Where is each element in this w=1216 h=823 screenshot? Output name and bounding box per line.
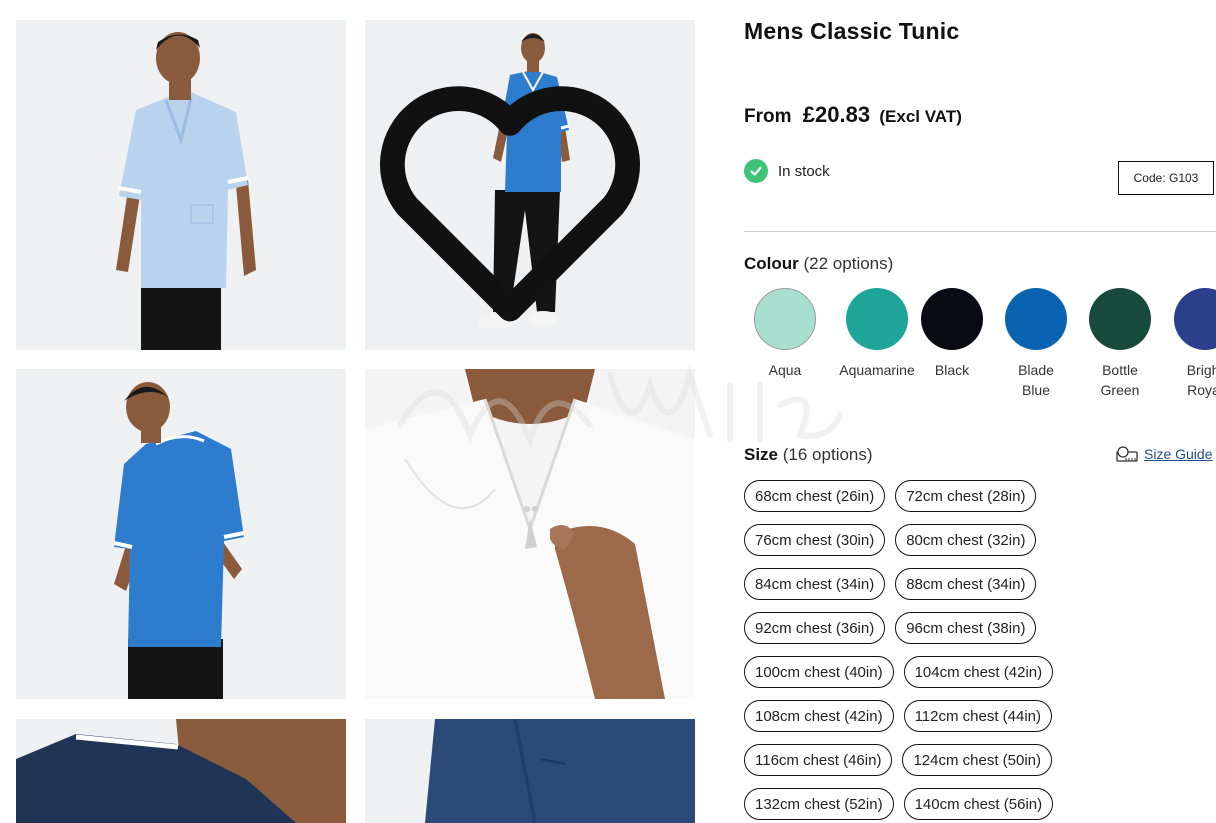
size-guide-link[interactable]: Size Guide <box>1116 446 1212 462</box>
size-option[interactable]: 100cm chest (40in) <box>744 656 894 688</box>
swatch-label: Aqua <box>768 362 802 378</box>
size-option-count: (16 options) <box>782 445 873 464</box>
size-option[interactable]: 88cm chest (34in) <box>895 568 1037 600</box>
size-row: 108cm chest (42in) 112cm chest (44in) <box>744 700 1062 732</box>
gallery-image-navy-collar[interactable] <box>16 719 346 823</box>
size-option[interactable]: 80cm chest (32in) <box>895 524 1037 556</box>
swatch-label: Bright Royal <box>1186 362 1216 398</box>
size-row: 68cm chest (26in) 72cm chest (28in) <box>744 480 1046 512</box>
gallery-image-mid-blue-tunic[interactable] <box>365 20 695 350</box>
size-row: 100cm chest (40in) 104cm chest (42in) <box>744 656 1063 688</box>
size-option[interactable]: 84cm chest (34in) <box>744 568 886 600</box>
navy-pocket-photo <box>365 719 695 823</box>
swatch-black[interactable]: Black <box>907 288 997 380</box>
colour-swatches: Aqua Aquamarine Black Blade Blue Bottle … <box>744 288 1216 408</box>
product-page: Mens Classic Tunic From £20.83 (Excl VAT… <box>0 0 1216 823</box>
swatch-color <box>1089 288 1151 350</box>
product-gallery <box>0 0 843 823</box>
size-row: 84cm chest (34in) 88cm chest (34in) <box>744 568 1046 600</box>
colour-option-count: (22 options) <box>803 254 894 273</box>
gallery-image-white-tunic-detail[interactable] <box>365 369 695 699</box>
size-option[interactable]: 132cm chest (52in) <box>744 788 894 820</box>
swatch-blade-blue[interactable]: Blade Blue <box>991 288 1081 400</box>
size-option[interactable]: 104cm chest (42in) <box>903 656 1054 688</box>
check-circle-icon <box>744 159 768 183</box>
colour-heading-label: Colour <box>744 254 799 273</box>
size-option[interactable]: 68cm chest (26in) <box>744 480 886 512</box>
swatch-label: Bottle Green <box>1100 362 1140 398</box>
stock-status-text: In stock <box>778 162 830 180</box>
swatch-bottle-green[interactable]: Bottle Green <box>1075 288 1165 400</box>
colour-heading: Colour (22 options) <box>744 254 893 274</box>
light-blue-tunic-photo <box>16 20 346 350</box>
swatch-label: Black <box>934 362 970 378</box>
size-option[interactable]: 72cm chest (28in) <box>895 480 1037 512</box>
product-code: Code: G103 <box>1118 161 1214 195</box>
size-option[interactable]: 124cm chest (50in) <box>902 744 1053 776</box>
size-row: 76cm chest (30in) 80cm chest (32in) <box>744 524 1046 556</box>
swatch-aqua[interactable]: Aqua <box>744 288 830 380</box>
size-guide-label: Size Guide <box>1144 446 1213 462</box>
size-heading-label: Size <box>744 445 779 464</box>
size-heading: Size (16 options) <box>744 445 873 465</box>
stock-status: In stock <box>744 158 830 184</box>
gallery-image-tunic-back-view[interactable] <box>16 369 346 699</box>
gallery-image-navy-pocket[interactable] <box>365 719 695 823</box>
swatch-color <box>754 288 816 350</box>
size-option[interactable]: 116cm chest (46in) <box>744 744 893 776</box>
size-option[interactable]: 108cm chest (42in) <box>744 700 894 732</box>
tape-measure-icon <box>1116 446 1138 462</box>
size-row: 116cm chest (46in) 124cm chest (50in) <box>744 744 1062 776</box>
size-option[interactable]: 92cm chest (36in) <box>744 612 886 644</box>
gallery-image-light-blue-tunic[interactable] <box>16 20 346 350</box>
swatch-color <box>1005 288 1067 350</box>
navy-collar-photo <box>16 719 346 823</box>
size-option[interactable]: 140cm chest (56in) <box>903 788 1054 820</box>
swatch-color <box>1174 288 1216 350</box>
swatch-color <box>846 288 908 350</box>
size-option[interactable]: 76cm chest (30in) <box>744 524 886 556</box>
size-option[interactable]: 112cm chest (44in) <box>903 700 1053 732</box>
tunic-back-photo <box>16 369 346 699</box>
swatch-color <box>921 288 983 350</box>
heart-icon[interactable] <box>365 34 675 350</box>
product-price: From £20.83 (Excl VAT) <box>744 102 962 128</box>
price-prefix: From <box>744 106 792 127</box>
product-title: Mens Classic Tunic <box>744 18 960 44</box>
divider <box>744 231 1216 232</box>
price-amount: £20.83 <box>802 102 871 127</box>
swatch-label: Blade Blue <box>1018 362 1054 398</box>
price-vat-note: (Excl VAT) <box>879 107 962 126</box>
size-row: 132cm chest (52in) 140cm chest (56in) <box>744 788 1063 820</box>
size-option[interactable]: 96cm chest (38in) <box>895 612 1037 644</box>
swatch-bright-royal[interactable]: Bright Royal <box>1160 288 1216 400</box>
product-details: Mens Classic Tunic From £20.83 (Excl VAT… <box>744 0 1216 823</box>
white-tunic-detail-photo <box>365 369 695 699</box>
size-row: 92cm chest (36in) 96cm chest (38in) <box>744 612 1046 644</box>
